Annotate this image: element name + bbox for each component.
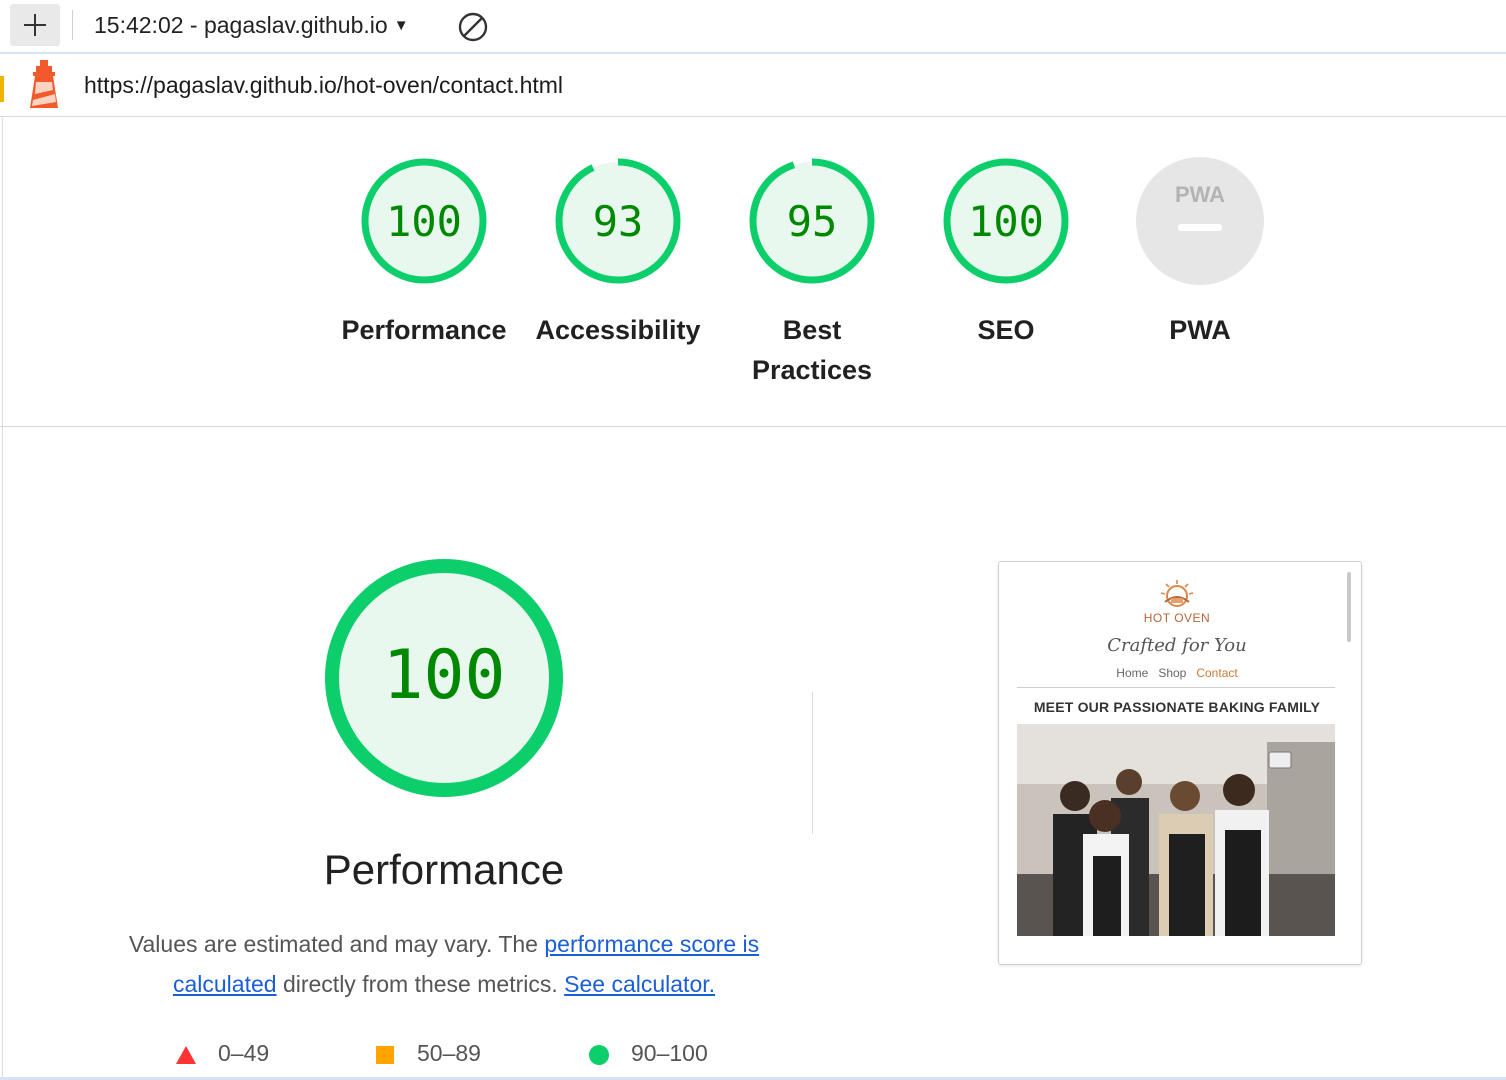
gauge-ring: 100 [943,158,1069,284]
add-report-button[interactable] [10,4,60,46]
screenshot-brand: HOT OVEN [1143,611,1211,625]
legend-fail: 0–49 [176,1040,269,1067]
clear-report-icon[interactable] [457,11,489,43]
circle-icon [589,1044,609,1065]
legend-range: 90–100 [631,1040,708,1066]
screenshot-heading: MEET OUR PASSIONATE BAKING FAMILY [1033,699,1321,715]
gauge-ring: 93 [555,158,681,284]
screenshot-nav-contact: Contact [1196,666,1238,680]
team-photo-image [1017,724,1335,936]
report-select[interactable]: 15:42:02 - pagaslav.github.io ▼ [94,12,409,39]
pwa-badge-text: PWA [1175,182,1225,207]
hot-oven-logo-icon [1160,580,1194,607]
legend-pass: 90–100 [589,1040,708,1067]
legend-average: 50–89 [375,1040,481,1067]
report-url[interactable]: https://pagaslav.github.io/hot-oven/cont… [84,72,563,99]
screenshot-tagline: Crafted for You [1107,635,1247,656]
gauge-best-practices[interactable]: 95 Best Practices [712,156,912,390]
legend-range: 0–49 [218,1040,270,1066]
screenshot-scrollbar [1347,572,1351,642]
gauge-label: Accessibility [535,315,701,345]
gauge-pwa[interactable]: PWA PWA [1100,156,1300,350]
performance-gauge: 100 [325,559,563,797]
lighthouse-icon [30,60,58,108]
gauge-label: PWA [1169,315,1231,345]
score-legend: 0–49 50–89 90–100 [0,1040,800,1070]
pwa-badge-icon: PWA [1136,157,1264,285]
gauge-score: 93 [593,197,644,246]
final-screenshot[interactable]: HOT OVEN Crafted for You Home Shop Contact… [998,561,1362,965]
report-toolbar: 15:42:02 - pagaslav.github.io ▼ [0,0,1506,54]
edge-marker [0,76,4,102]
square-icon [376,1045,394,1064]
toolbar-divider [72,10,73,40]
see-calculator-link[interactable]: See calculator. [564,971,715,997]
desc-text-2: directly from these metrics. [276,971,565,997]
triangle-icon [176,1045,196,1064]
screenshot-rule [1017,687,1335,688]
gauge-score: 100 [968,197,1044,246]
category-gauges: 100 Performance 93 Accessibility 95 Best… [0,118,1506,427]
plus-icon-vertical [34,14,36,36]
gauge-label: Best Practices [751,315,873,385]
screenshot-nav: Home Shop Contact [999,666,1355,680]
gauge-score: 100 [386,197,462,246]
gauge-performance[interactable]: 100 Performance [324,156,524,350]
caret-down-icon: ▼ [393,17,409,34]
performance-title: Performance [323,846,565,893]
gauge-seo[interactable]: 100 SEO [906,156,1106,350]
gauge-label: Performance [341,315,507,345]
performance-description: Values are estimated and may vary. The p… [114,924,774,1004]
section-divider [812,692,813,834]
gauge-label: SEO [977,315,1035,345]
screenshot-nav-shop: Shop [1158,666,1187,680]
legend-range: 50–89 [417,1040,481,1066]
performance-score: 100 [383,636,506,715]
gauge-score: 95 [787,197,838,246]
screenshot-nav-home: Home [1116,666,1149,680]
gauge-ring: 100 [361,158,487,284]
desc-text-1: Values are estimated and may vary. The [128,931,545,957]
gauge-ring: 95 [749,158,875,284]
gauge-accessibility[interactable]: 93 Accessibility [518,156,718,350]
report-select-label: 15:42:02 - pagaslav.github.io [94,12,388,38]
